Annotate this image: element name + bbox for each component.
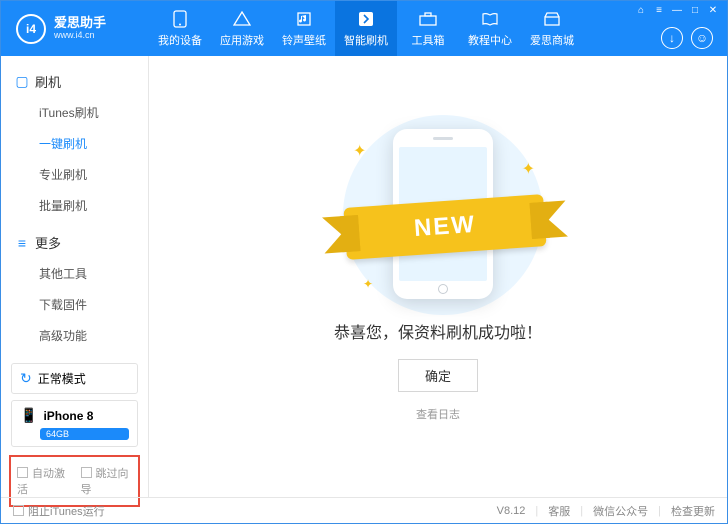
sidebar-item-itunes-flash[interactable]: iTunes刷机	[1, 97, 148, 128]
sidebar-item-batch-flash[interactable]: 批量刷机	[1, 190, 148, 221]
user-button[interactable]: ☺	[691, 27, 713, 49]
success-message: 恭喜您，保资料刷机成功啦！	[334, 319, 542, 343]
flash-group-icon: ▢	[15, 73, 29, 90]
device-mode-box[interactable]: ↻ 正常模式	[11, 363, 138, 394]
footer-link-update[interactable]: 检查更新	[671, 503, 715, 519]
window-close-icon[interactable]: ✕	[707, 5, 719, 16]
checkbox-icon[interactable]	[17, 467, 28, 478]
checkbox-icon[interactable]	[13, 505, 24, 516]
sidebar-item-pro-flash[interactable]: 专业刷机	[1, 159, 148, 190]
window-menu-icon[interactable]: ≡	[653, 5, 665, 16]
group-title: 更多	[35, 233, 61, 252]
more-group-icon: ≡	[15, 235, 29, 251]
checkbox-icon[interactable]	[81, 467, 92, 478]
footer-link-support[interactable]: 客服	[548, 503, 570, 519]
sidebar-item-other-tools[interactable]: 其他工具	[1, 258, 148, 289]
window-controls: ⌂ ≡ — □ ✕	[635, 5, 719, 16]
nav-label: 应用游戏	[220, 32, 264, 48]
nav-apps[interactable]: 应用游戏	[211, 1, 273, 56]
refresh-icon: ↻	[20, 370, 32, 387]
download-button[interactable]: ↓	[661, 27, 683, 49]
book-icon	[480, 10, 500, 28]
header-round-buttons: ↓ ☺	[661, 27, 713, 49]
flash-icon	[356, 10, 376, 28]
nav-label: 我的设备	[158, 32, 202, 48]
nav-tutorials[interactable]: 教程中心	[459, 1, 521, 56]
ok-button[interactable]: 确定	[398, 359, 478, 392]
device-name: iPhone 8	[43, 409, 93, 423]
version-label: V8.12	[497, 505, 526, 517]
sidebar-group-flash[interactable]: ▢ 刷机	[1, 66, 148, 97]
footer: 阻止iTunes运行 V8.12 | 客服 | 微信公众号 | 检查更新	[1, 497, 727, 523]
device-box[interactable]: 📱 iPhone 8 64GB	[11, 400, 138, 447]
nav-tools[interactable]: 工具箱	[397, 1, 459, 56]
sidebar-group-more[interactable]: ≡ 更多	[1, 227, 148, 258]
sparkle-icon: ✦	[353, 141, 366, 161]
nav-flash[interactable]: 智能刷机	[335, 1, 397, 56]
footer-link-wechat[interactable]: 微信公众号	[593, 503, 648, 519]
logo-icon: i4	[16, 14, 46, 44]
shop-icon	[542, 10, 562, 28]
nav-my-device[interactable]: 我的设备	[149, 1, 211, 56]
window-min-icon[interactable]: —	[671, 5, 683, 16]
main-panel: ✦ ✦ ✦ NEW 恭喜您，保资料刷机成功啦！ 确定 查看日志	[149, 56, 727, 497]
window-max-icon[interactable]: □	[689, 5, 701, 16]
option-auto-activate[interactable]: 自动激活	[17, 465, 69, 497]
sidebar-item-onekey-flash[interactable]: 一键刷机	[1, 128, 148, 159]
app-url: www.i4.cn	[54, 31, 106, 41]
device-icon: 📱	[20, 407, 37, 424]
nav-label: 铃声壁纸	[282, 32, 326, 48]
sidebar-item-advanced[interactable]: 高级功能	[1, 320, 148, 351]
option-skip-wizard[interactable]: 跳过向导	[81, 465, 133, 497]
apps-icon	[232, 10, 252, 28]
option-block-itunes[interactable]: 阻止iTunes运行	[13, 503, 105, 519]
window-skin-icon[interactable]: ⌂	[635, 5, 647, 16]
storage-badge: 64GB	[40, 428, 129, 440]
view-log-link[interactable]: 查看日志	[416, 406, 460, 422]
sidebar-item-download-fw[interactable]: 下载固件	[1, 289, 148, 320]
nav-shop[interactable]: 爱思商城	[521, 1, 583, 56]
app-header: i4 爱思助手 www.i4.cn 我的设备 应用游戏 铃声壁纸 智能刷机	[1, 1, 727, 56]
music-icon	[294, 10, 314, 28]
sidebar: ▢ 刷机 iTunes刷机 一键刷机 专业刷机 批量刷机 ≡ 更多 其他工具 下…	[1, 56, 149, 497]
nav-label: 工具箱	[412, 32, 445, 48]
app-name: 爱思助手	[54, 16, 106, 30]
nav-label: 智能刷机	[344, 32, 388, 48]
sparkle-icon: ✦	[522, 159, 535, 179]
nav-ringtones[interactable]: 铃声壁纸	[273, 1, 335, 56]
success-illustration: ✦ ✦ ✦ NEW	[323, 111, 553, 301]
logo-area: i4 爱思助手 www.i4.cn	[1, 14, 149, 44]
phone-icon	[170, 10, 190, 28]
toolbox-icon	[418, 10, 438, 28]
nav-label: 爱思商城	[530, 32, 574, 48]
device-mode-label: 正常模式	[38, 370, 86, 387]
sparkle-icon: ✦	[363, 277, 373, 291]
group-title: 刷机	[35, 72, 61, 91]
nav-label: 教程中心	[468, 32, 512, 48]
